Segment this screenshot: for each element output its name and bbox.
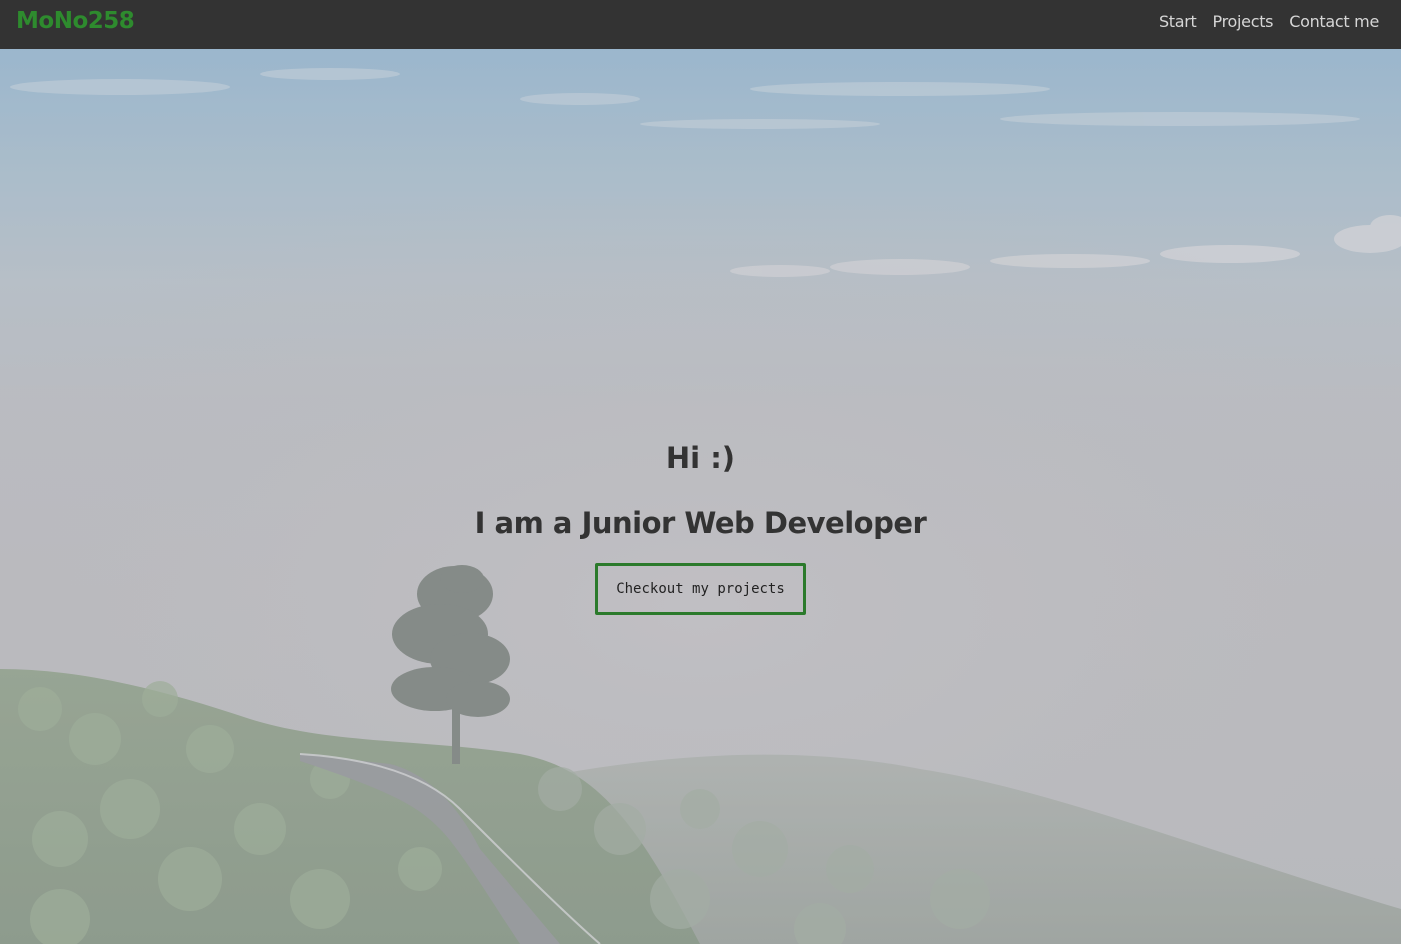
page: MoNo258 Start Projects Contact me Hi:) … <box>0 0 1401 944</box>
top-navbar: MoNo258 Start Projects Contact me <box>0 0 1401 49</box>
nav-link-projects[interactable]: Projects <box>1213 12 1274 31</box>
greeting-heading: Hi :) <box>665 441 736 475</box>
hero-content: Hi :) I am a Junior Web Developer Checko… <box>0 439 1401 615</box>
checkout-projects-button[interactable]: Checkout my projects <box>595 563 806 615</box>
nav-link-contact[interactable]: Contact me <box>1289 12 1379 31</box>
hero-section: Hi :) I am a Junior Web Developer Checko… <box>0 49 1401 944</box>
nav-links: Start Projects Contact me <box>1159 12 1379 31</box>
nav-link-start[interactable]: Start <box>1159 12 1197 31</box>
brand-logo[interactable]: MoNo258 <box>16 8 135 34</box>
tagline-heading: I am a Junior Web Developer <box>474 506 927 540</box>
